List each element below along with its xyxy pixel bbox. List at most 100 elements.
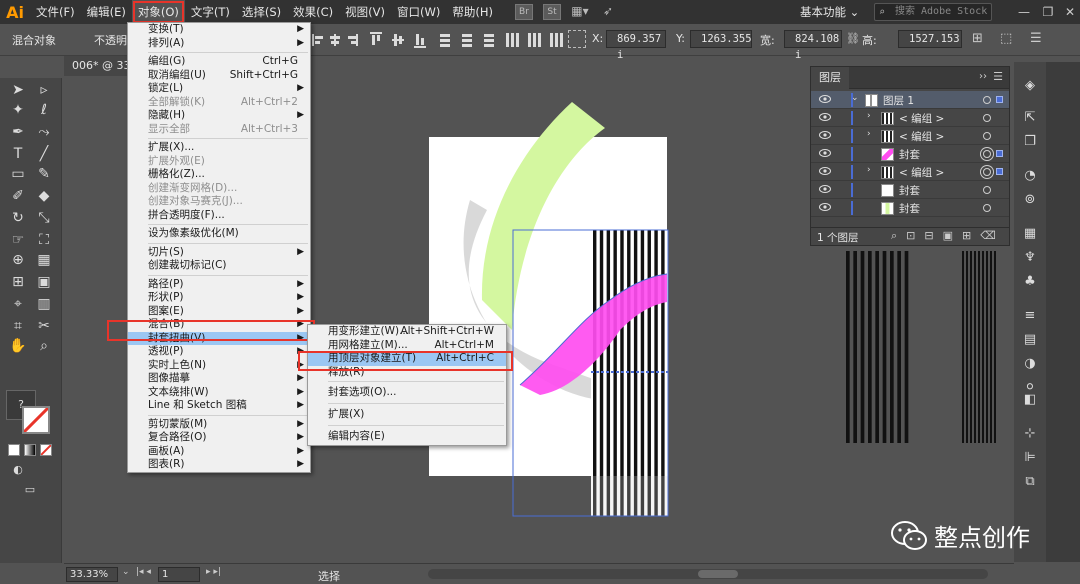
menu-item-label: 切片(S) [148,245,184,258]
object-menu-item[interactable]: 拼合透明度(F)... [128,209,310,223]
stroke-icon[interactable]: ≡ [1022,308,1038,324]
gradient-icon[interactable]: ▤ [1022,332,1038,348]
object-menu-item[interactable]: 形状(P) ▶ [128,291,310,305]
envelope-menu-item[interactable]: 用顶层对象建立(T) Alt+Ctrl+C [308,352,506,366]
layer-row[interactable]: › < 编组 > [811,163,1009,181]
selection-indicator[interactable] [996,96,1003,103]
first-artboard-icon[interactable]: |◂ ◂ [136,567,151,577]
zoom-field[interactable]: 33.33% [66,567,118,582]
object-menu-item[interactable]: Line 和 Sketch 图稿 ▶ [128,399,310,413]
object-menu-item[interactable]: 图表(R) ▶ [128,458,310,472]
artboard-number-field[interactable]: 1 [158,567,200,582]
symbols-icon[interactable]: ♣ [1022,274,1038,290]
envelope-menu-item[interactable]: 用网格建立(M)... Alt+Ctrl+M [308,339,506,353]
graphic-styles-icon[interactable]: ◧ [1022,392,1038,408]
layers-footer-icons[interactable]: ⌕⊡⊟▣⊞⌫ [891,229,1005,243]
submenu-arrow-icon: ▶ [297,319,304,329]
object-menu-item[interactable]: 编组(G) Ctrl+G [128,55,310,69]
object-menu-item[interactable]: 路径(P) ▶ [128,278,310,292]
object-menu-item[interactable]: 扩展(X)... [128,141,310,155]
visibility-eye-icon[interactable] [819,203,831,211]
object-menu-item[interactable]: 取消编组(U) Shift+Ctrl+G [128,69,310,83]
expand-chevron-icon[interactable]: ⌄ [851,93,859,103]
stripe [882,251,887,443]
object-menu-item[interactable]: 图案(E) ▶ [128,305,310,319]
object-menu-item[interactable]: 锁定(L) ▶ [128,82,310,96]
envelope-menu-item[interactable]: 扩展(X) [308,406,506,423]
menu-item-label: 创建裁切标记(C) [148,259,227,271]
selection-indicator[interactable] [996,168,1003,175]
horizontal-scrollbar[interactable] [428,569,988,579]
expand-chevron-icon[interactable]: › [867,129,871,139]
stripe [860,251,865,443]
menu-item-label: 剪切蒙版(M) [148,417,208,430]
shortcut-label: Alt+Ctrl+M [434,338,494,351]
object-menu-item[interactable]: 变换(T) ▶ [128,23,310,37]
object-menu-item[interactable]: 切片(S) ▶ [128,246,310,260]
object-menu-item[interactable]: 图像描摹 ▶ [128,372,310,386]
object-menu-item[interactable]: 创建裁切标记(C) [128,259,310,273]
stripe-overflow [591,476,668,516]
object-menu-item[interactable]: 文本绕排(W) ▶ [128,386,310,400]
expand-chevron-icon[interactable]: › [867,165,871,175]
envelope-menu-item[interactable]: 封套选项(O)... [308,384,506,401]
scrollbar-thumb[interactable] [698,570,738,578]
layers-menu-icon[interactable]: ☰ [993,70,1003,83]
transparency-icon[interactable]: ◑ [1022,356,1038,372]
pie-icon[interactable]: ◔ [1022,168,1038,184]
object-menu-item[interactable]: 剪切蒙版(M) ▶ [128,418,310,432]
visibility-eye-icon[interactable] [819,131,831,139]
layer-row[interactable]: 封套 [811,181,1009,199]
target-circle-icon[interactable] [983,132,991,140]
target-circle-icon[interactable] [983,96,991,104]
visibility-eye-icon[interactable] [819,149,831,157]
target-circle-icon[interactable] [983,186,991,194]
target-circle-icon[interactable] [983,150,991,158]
layer-row[interactable]: 封套 [811,199,1009,217]
envelope-menu-item[interactable]: 释放(R) [308,366,506,380]
menu-item-label: 透视(P) [148,345,184,357]
menu-item-label: 创建对象马赛克(J)... [148,195,243,207]
visibility-eye-icon[interactable] [819,167,831,175]
color-guide-icon[interactable]: ⊚ [1022,192,1038,208]
object-menu-item[interactable]: 栅格化(Z)... [128,168,310,182]
watermark-text: 整点创作 [934,524,1030,552]
swatches-icon[interactable]: ▦ [1022,226,1038,242]
brushes-icon[interactable]: ♆ [1022,250,1038,266]
target-circle-icon[interactable] [983,168,991,176]
object-menu-item[interactable]: 复合路径(O) ▶ [128,431,310,445]
export-icon[interactable]: ⇱ [1022,110,1038,126]
visibility-eye-icon[interactable] [819,113,831,121]
artboards-icon[interactable]: ❐ [1022,134,1038,150]
pathfinder-icon[interactable]: ⧉ [1022,474,1038,490]
target-circle-icon[interactable] [983,114,991,122]
selection-indicator[interactable] [996,150,1003,157]
object-menu-item[interactable]: 隐藏(H) ▶ [128,109,310,123]
object-menu-item[interactable]: 排列(A) ▶ [128,37,310,51]
envelope-menu-item[interactable]: 编辑内容(E) [308,428,506,445]
zoom-dropdown-icon[interactable]: ⌄ [122,567,130,577]
layers-panel-icon[interactable]: ◈ [1022,78,1038,94]
layer-row[interactable]: 封套 [811,145,1009,163]
envelope-menu-item[interactable]: 用变形建立(W)... Alt+Shift+Ctrl+W [308,325,506,339]
collapse-icon[interactable]: ›› [979,71,987,82]
transform-icon[interactable]: ⊹ [1022,426,1038,442]
expand-chevron-icon[interactable]: › [867,111,871,121]
object-menu-item[interactable]: 混合(B) ▶ [128,318,310,332]
align-icon[interactable]: ⊫ [1022,450,1038,466]
object-menu-item[interactable]: 画板(A) ▶ [128,445,310,459]
menu-separator [148,138,308,139]
visibility-eye-icon[interactable] [819,95,831,103]
layer-row[interactable]: › < 编组 > [811,127,1009,145]
layer-row[interactable]: › < 编组 > [811,109,1009,127]
object-menu-item[interactable]: 透视(P) ▶ [128,345,310,359]
layer-row[interactable]: ⌄ 图层 1 [811,91,1009,109]
layer-thumbnail [865,94,878,107]
layers-tab[interactable]: 图层 [811,67,849,89]
object-menu-item[interactable]: 实时上色(N) ▶ [128,359,310,373]
visibility-eye-icon[interactable] [819,185,831,193]
target-circle-icon[interactable] [983,204,991,212]
object-menu-item[interactable]: 设为像素级优化(M) [128,227,310,241]
next-artboard-icon[interactable]: ▸ ▸| [206,567,221,577]
object-menu-item[interactable]: 封套扭曲(V) ▶ [128,331,310,345]
